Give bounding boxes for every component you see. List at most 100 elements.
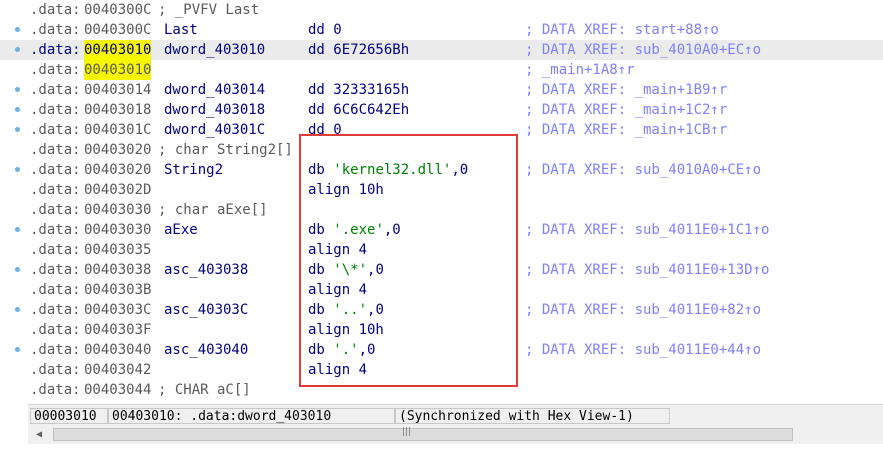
xref-comment[interactable]: ; DATA XREF: _main+1B9↑r — [525, 80, 727, 100]
instruction: dd 0 — [308, 122, 342, 138]
symbol-name[interactable]: asc_403040 — [164, 340, 248, 360]
symbol-name[interactable]: dword_40301C — [164, 120, 265, 140]
address[interactable]: 00403038 — [84, 260, 151, 280]
instruction-terminator: ,0 — [383, 222, 401, 238]
xref-comment[interactable]: ; _main+1A8↑r — [525, 60, 635, 80]
address[interactable]: 0040300C — [84, 20, 151, 40]
horizontal-scrollbar[interactable]: ◀ ||| — [28, 426, 883, 444]
listing-row[interactable]: .data: 0040302D align 10h — [0, 180, 883, 200]
address[interactable]: 00403010 — [84, 40, 152, 60]
instruction-mnemonic: db — [308, 342, 334, 358]
xref-comment[interactable]: ; DATA XREF: sub_4011E0+44↑o — [525, 340, 761, 360]
xref-comment[interactable]: ; DATA XREF: sub_4011E0+13D↑o — [525, 260, 769, 280]
address[interactable]: 00403018 — [84, 100, 151, 120]
segment-prefix: .data: — [30, 22, 81, 38]
symbol-name[interactable]: asc_403038 — [164, 260, 248, 280]
status-location: 00403010: .data:dword_403010 — [108, 408, 395, 424]
type-comment: ; char aExe[] — [158, 202, 268, 218]
symbol-name[interactable]: aExe — [164, 220, 198, 240]
xref-comment[interactable]: ; DATA XREF: sub_4010A0+CE↑o — [525, 160, 761, 180]
address[interactable]: 00403030 — [84, 220, 151, 240]
listing-row[interactable]: .data: 00403044 ; CHAR aC[] — [0, 380, 883, 400]
address[interactable]: 0040303B — [84, 280, 151, 300]
listing-row[interactable]: .data: 00403030 aExe db '.exe',0 ; DATA XREF… — [0, 220, 883, 240]
xref-dot-icon — [15, 347, 20, 352]
instruction: align 10h — [308, 182, 384, 198]
segment-prefix: .data: — [30, 322, 81, 338]
segment-prefix: .data: — [30, 202, 81, 218]
bottom-strip — [28, 444, 883, 462]
listing-row[interactable]: .data: 00403020 String2 db 'kernel32.dll',0… — [0, 160, 883, 180]
address[interactable]: 00403030 — [84, 200, 151, 220]
segment-prefix: .data: — [30, 342, 81, 358]
instruction: dd 32333165h — [308, 82, 410, 98]
listing-row[interactable]: .data: 0040300C ; _PVFV Last — [0, 0, 883, 20]
address[interactable]: 00403014 — [84, 80, 151, 100]
instruction: db '..',0 — [308, 300, 384, 320]
listing-row[interactable]: .data: 00403038 asc_403038 db '\*',0 ; DATA … — [0, 260, 883, 280]
address[interactable]: 00403040 — [84, 340, 151, 360]
listing-row[interactable]: .data: 00403018 dword_403018 dd 6C6C642Eh ; … — [0, 100, 883, 120]
instruction: db '.exe',0 — [308, 220, 401, 240]
scrollbar-thumb[interactable]: ||| — [53, 427, 793, 441]
instruction-mnemonic: db — [308, 262, 334, 278]
symbol-name[interactable]: asc_40303C — [164, 300, 248, 320]
status-sync: (Synchronized with Hex View-1) — [395, 408, 670, 424]
string-literal: '\*' — [333, 262, 368, 278]
listing-row[interactable]: .data: 00403042 align 4 — [0, 360, 883, 380]
xref-comment[interactable]: ; DATA XREF: sub_4011E0+1C1↑o — [525, 220, 769, 240]
segment-prefix: .data: — [30, 242, 81, 258]
xref-dot-icon — [15, 27, 20, 32]
disassembly-listing[interactable]: .data: 0040300C; _PVFV Last .data: 0040300C… — [0, 0, 883, 403]
symbol-name[interactable]: dword_403010 — [164, 40, 265, 60]
address[interactable]: 00403035 — [84, 240, 151, 260]
listing-row[interactable]: .data: 0040303F align 10h — [0, 320, 883, 340]
listing-row[interactable]: .data: 00403030 ; char aExe[] — [0, 200, 883, 220]
address[interactable]: 0040301C — [84, 120, 151, 140]
xref-comment[interactable]: ; DATA XREF: _main+1CB↑r — [525, 120, 727, 140]
symbol-name[interactable]: Last — [164, 20, 198, 40]
address[interactable]: 00403020 — [84, 160, 151, 180]
address[interactable]: 0040302D — [84, 180, 151, 200]
instruction: align 4 — [308, 362, 368, 378]
address[interactable]: 0040303F — [84, 320, 151, 340]
symbol-name[interactable]: dword_403014 — [164, 80, 265, 100]
listing-row[interactable]: .data: 00403040 asc_403040 db '.',0 ; DATA X… — [0, 340, 883, 360]
listing-row[interactable]: .data: 0040303B align 4 — [0, 280, 883, 300]
instruction-terminator: ,0 — [367, 262, 384, 278]
address[interactable]: 0040300C — [84, 0, 151, 20]
xref-dot-icon — [15, 87, 20, 92]
address[interactable]: 00403020 — [84, 140, 151, 160]
segment-prefix: .data: — [30, 162, 81, 178]
listing-row[interactable]: .data: 00403010 dword_403010 dd 6E72656Bh ; … — [0, 40, 883, 60]
listing-row[interactable]: .data: 00403035 align 4 — [0, 240, 883, 260]
listing-row[interactable]: .data: 00403020 ; char String2[] — [0, 140, 883, 160]
symbol-name[interactable]: String2 — [164, 160, 223, 180]
segment-prefix: .data: — [30, 262, 81, 278]
string-literal: '..' — [333, 302, 368, 318]
scroll-left-arrow-icon[interactable]: ◀ — [30, 426, 48, 444]
listing-row[interactable]: .data: 00403014 dword_403014 dd 32333165h ; … — [0, 80, 883, 100]
xref-dot-icon — [15, 107, 20, 112]
segment-prefix: .data: — [30, 82, 81, 98]
xref-dot-icon — [15, 307, 20, 312]
address[interactable]: 00403044 — [84, 380, 151, 400]
xref-comment[interactable]: ; DATA XREF: sub_4011E0+82↑o — [525, 300, 761, 320]
address[interactable]: 00403042 — [84, 360, 151, 380]
address[interactable]: 00403010 — [84, 60, 152, 80]
listing-row[interactable]: .data: 00403010 ; _main+1A8↑r — [0, 60, 883, 80]
instruction-mnemonic: db — [308, 222, 334, 238]
listing-row[interactable]: .data: 0040301C dword_40301C dd 0 ; DATA XRE… — [0, 120, 883, 140]
xref-comment[interactable]: ; DATA XREF: start+88↑o — [525, 20, 719, 40]
segment-prefix: .data: — [30, 142, 81, 158]
segment-prefix: .data: — [30, 42, 81, 58]
segment-prefix: .data: — [30, 122, 81, 138]
string-literal: 'kernel32.dll' — [333, 162, 452, 178]
xref-comment[interactable]: ; DATA XREF: sub_4010A0+EC↑o — [525, 40, 761, 60]
listing-row[interactable]: .data: 0040303C asc_40303C db '..',0 ; DATA … — [0, 300, 883, 320]
xref-dot-icon — [15, 47, 20, 52]
symbol-name[interactable]: dword_403018 — [164, 100, 265, 120]
xref-comment[interactable]: ; DATA XREF: _main+1C2↑r — [525, 100, 727, 120]
address[interactable]: 0040303C — [84, 300, 151, 320]
listing-row[interactable]: .data: 0040300C Last dd 0 ; DATA XREF: start… — [0, 20, 883, 40]
